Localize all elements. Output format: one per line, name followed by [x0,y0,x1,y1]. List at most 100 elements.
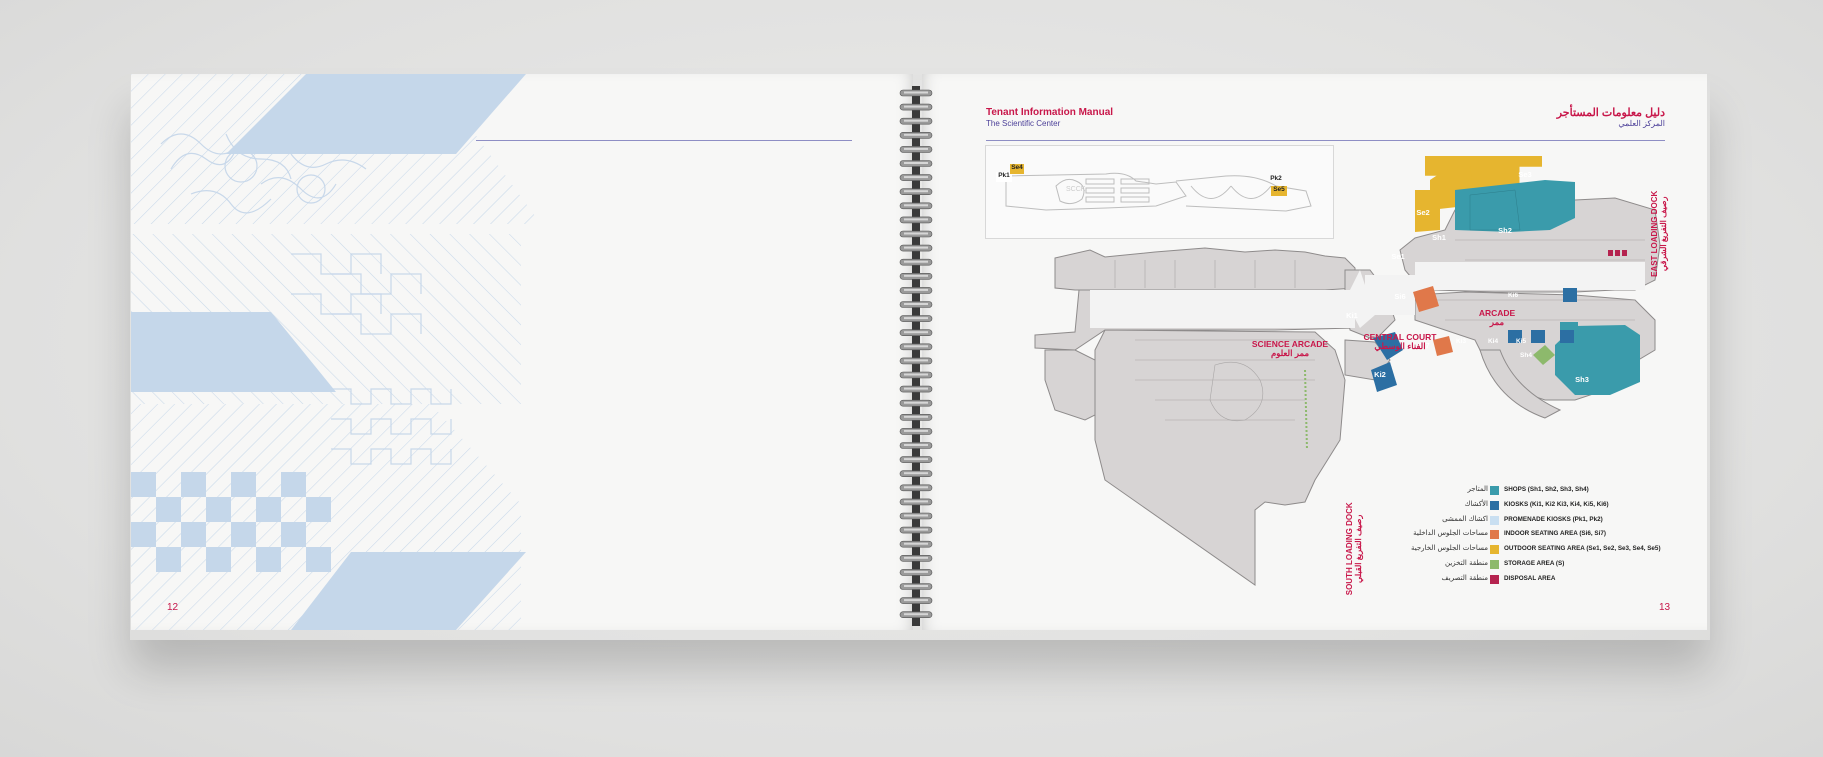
legend-label-arabic: مساحات الجلوس الداخلية [1413,529,1488,538]
arcade-label: ARCADE ممر [1470,309,1524,327]
unit-ki6: Ki6 [1507,292,1519,299]
decorative-pattern [131,74,541,630]
page-number-right: 13 [1659,602,1671,613]
legend-swatch [1490,559,1499,569]
spiral-coil [899,315,933,322]
spiral-coil [899,526,933,534]
spiral-coil [899,329,933,336]
spiral-coil [899,611,933,619]
spiral-coil [899,512,933,520]
central-court-label: CENTRAL COURT الفناء الوسطي [1350,333,1450,351]
manual-title: Tenant Information Manual [986,107,1114,118]
legend-label-arabic: الأكشاك [1464,499,1488,508]
spiral-coil [899,174,933,181]
header-rule-right [986,140,1665,141]
unit-ki2: Ki2 [1374,370,1386,379]
spiral-coil [899,413,933,421]
unit-se1: Se1 [1391,252,1405,261]
legend-label: DISPOSAL AREA [1504,574,1556,582]
spiral-coil [899,230,933,238]
legend-label: KIOSKS (Ki1, Ki2 Ki3, Ki4, Ki5, Ki6) [1504,500,1609,508]
legend-label: OUTDOOR SEATING AREA (Se1, Se2, Se3, Se4… [1504,545,1661,553]
header-rule-left [476,140,852,141]
central-court-ar: الفناء الوسطي [1374,340,1426,351]
spiral-coil [899,188,933,195]
spiral-coil [899,343,933,351]
spiral-coil [899,597,933,604]
legend-label-arabic: اكشاك الممشى [1442,514,1488,523]
spiral-coil [899,160,933,167]
legend-row: منطقة التخزين STORAGE AREA (S) [1360,558,1680,573]
arcade-ar: ممر [1489,316,1505,327]
legend-row: مساحات الجلوس الداخلية INDOOR SEATING ARE… [1360,528,1680,543]
spiral-coil [899,131,933,139]
plan-legend: المتاجر SHOPS (Sh1, Sh2, Sh3, Sh4) الأكشاك… [1360,484,1680,588]
spiral-coil [899,484,933,492]
unit-sh1: Sh1 [1432,233,1446,242]
unit-se2: Se2 [1416,208,1430,217]
spiral-coil [899,385,933,393]
legend-label: SHOPS (Sh1, Sh2, Sh3, Sh4) [1504,486,1589,493]
spiral-coil [899,371,933,379]
legend-label-arabic: منطقة التصريف [1441,573,1488,582]
east-dock-ar: رصيف التفريغ الشرقي [1659,196,1668,272]
legend-label: INDOOR SEATING AREA (Si6, Si7) [1504,530,1606,538]
spiral-coil [899,301,933,308]
legend-swatch [1490,574,1499,584]
spiral-coil [899,89,933,97]
legend-row: المتاجر SHOPS (Sh1, Sh2, Sh3, Sh4) [1360,484,1680,499]
manual-subtitle-arabic: المركز العلمي [1618,119,1665,128]
legend-row: اكشاك الممشى PROMENADE KIOSKS (Pk1, Pk2) [1360,514,1680,529]
spiral-coil [899,287,933,294]
spiral-coil [899,273,933,280]
unit-sh2: Sh2 [1498,226,1512,235]
spiral-coil [899,103,933,111]
spiral-coil [899,470,933,478]
unit-ki3: Ki3 [1455,338,1467,345]
legend-label-arabic: المتاجر [1467,485,1488,493]
science-arcade-label: SCIENCE ARCADE ممر العلوم [1230,340,1350,358]
legend-label: PROMENADE KIOSKS (Pk1, Pk2) [1504,515,1603,523]
spiral-coil [899,202,933,210]
legend-swatch [1490,545,1499,555]
east-loading-dock-label: EAST LOADING DOCK رصيف التفريغ الشرقي [1650,184,1669,284]
spiral-coil [899,583,933,590]
spiral-coil [899,216,933,224]
legend-label: STORAGE AREA (S) [1504,559,1565,567]
left-page: 12 [131,74,913,630]
manual-subtitle: The Scientific Center [986,119,1061,128]
legend-swatch [1490,530,1499,540]
unit-si6: Si6 [1394,292,1406,301]
spiral-coil [899,146,933,153]
unit-ki5: Ki5 [1515,338,1527,345]
unit-se3: Se3 [1518,170,1532,179]
legend-swatch [1490,486,1499,495]
spiral-coil [899,540,933,548]
legend-row: منطقة التصريف DISPOSAL AREA [1360,573,1680,588]
page-number-left: 12 [167,602,179,613]
legend-label-arabic: منطقة التخزين [1445,558,1488,567]
legend-swatch [1490,515,1499,525]
spiral-coil [899,569,933,576]
spiral-binding [899,86,933,626]
legend-swatch [1490,500,1499,510]
spiral-coil [899,428,933,435]
science-arcade-ar: ممر العلوم [1270,347,1310,358]
spiral-coil [899,399,933,407]
unit-ki4: Ki4 [1487,338,1499,345]
spiral-coil [899,442,933,449]
spiral-coil [899,554,933,562]
spiral-coil [899,357,933,365]
spiral-coil [899,258,933,266]
unit-ki1: Ki1 [1346,311,1358,320]
spiral-coil [899,456,933,463]
legend-label-arabic: مساحات الجلوس الخارجية [1410,544,1488,553]
unit-sh4: Sh4 [1520,352,1532,359]
unit-sh3: Sh3 [1575,375,1589,384]
legend-row: مساحات الجلوس الخارجية OUTDOOR SEATING AR… [1360,543,1680,558]
manual-title-arabic: دليل معلومات المستأجر [1556,107,1665,119]
spiral-coil [899,498,933,506]
spiral-coil [899,117,933,125]
spiral-coil [899,244,933,252]
legend-row: الأكشاك KIOSKS (Ki1, Ki2 Ki3, Ki4, Ki5, K… [1360,499,1680,514]
